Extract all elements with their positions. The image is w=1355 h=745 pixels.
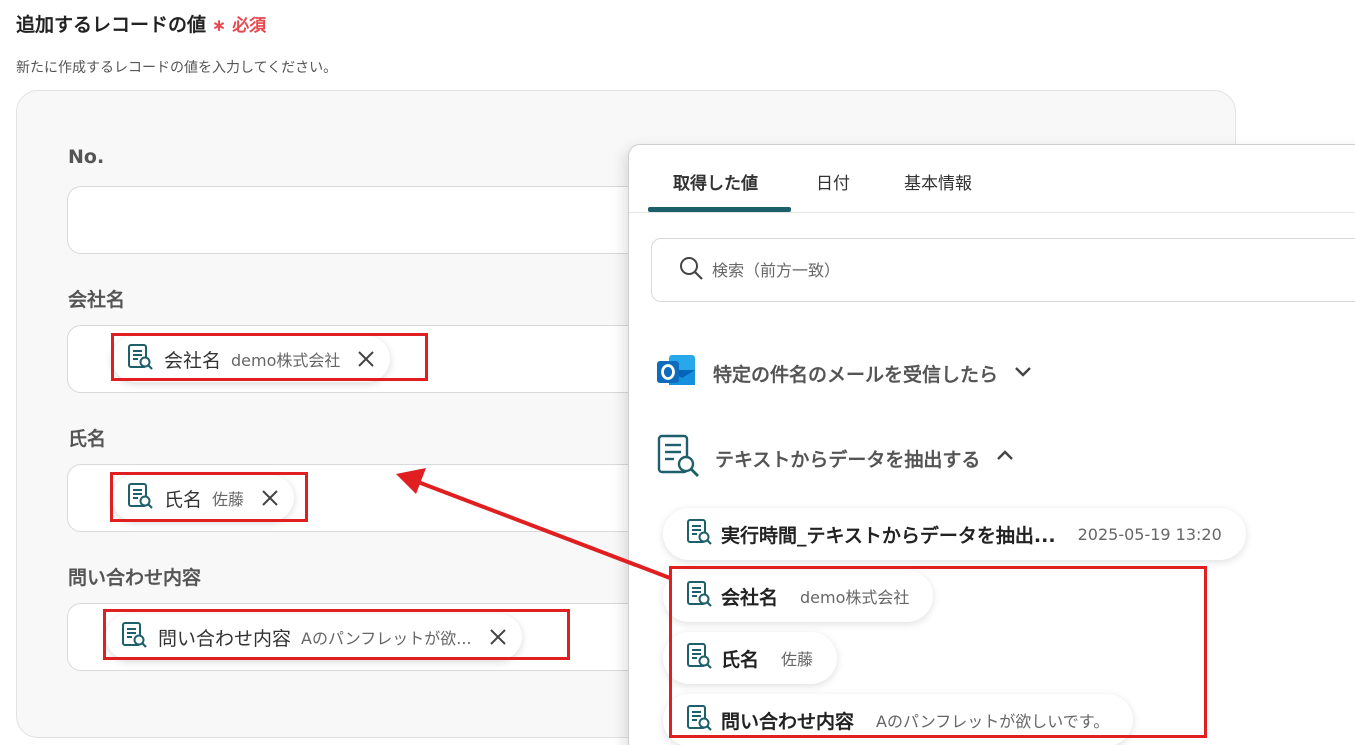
field-label-no: No. — [68, 146, 105, 168]
highlight-box — [103, 609, 570, 660]
active-tab-indicator — [648, 207, 791, 212]
document-search-icon — [655, 433, 701, 483]
section-description: 新たに作成するレコードの値を入力してください。 — [16, 60, 338, 76]
search-box[interactable] — [651, 238, 1355, 302]
chevron-down-icon[interactable] — [1012, 360, 1034, 386]
section-text-extraction[interactable]: テキストからデータを抽出する — [655, 433, 1016, 483]
outlook-icon — [655, 349, 699, 397]
no-input[interactable] — [67, 186, 667, 254]
item-name: 実行時間_テキストからデータを抽出... — [721, 524, 1056, 547]
field-label-company: 会社名 — [68, 289, 126, 311]
field-label-inquiry: 問い合わせ内容 — [68, 567, 202, 589]
item-value: 2025-05-19 13:20 — [1077, 524, 1222, 544]
highlight-box — [669, 566, 1207, 738]
field-label-name: 氏名 — [68, 428, 107, 450]
document-search-icon — [685, 518, 713, 550]
section-title: 追加するレコードの値 ∗ 必須 — [16, 10, 266, 37]
tab-basic-info[interactable]: 基本情報 — [904, 169, 972, 194]
search-icon — [678, 255, 704, 285]
search-input[interactable] — [712, 260, 1112, 280]
section-label: テキストからデータを抽出する — [715, 448, 981, 471]
section-title-text: 追加するレコードの値 — [16, 14, 207, 36]
highlight-box — [110, 472, 308, 522]
tab-acquired-values[interactable]: 取得した値 — [673, 169, 758, 194]
required-indicator: ∗ 必須 — [212, 16, 267, 36]
list-item-execution-time[interactable]: 実行時間_テキストからデータを抽出... 2025-05-19 13:20 — [663, 508, 1246, 560]
section-outlook-trigger[interactable]: 特定の件名のメールを受信したら — [655, 349, 1034, 397]
chevron-up-icon[interactable] — [994, 445, 1016, 471]
highlight-box — [111, 333, 428, 381]
tab-date[interactable]: 日付 — [816, 169, 850, 194]
section-label: 特定の件名のメールを受信したら — [713, 363, 999, 386]
picker-tabs: 取得した値 日付 基本情報 — [629, 145, 1355, 213]
